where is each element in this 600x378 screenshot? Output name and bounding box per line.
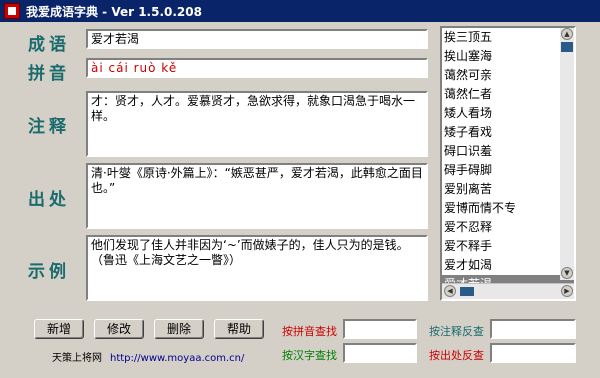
char-search-input[interactable] <box>343 343 417 363</box>
vertical-scroll-thumb[interactable] <box>561 42 573 52</box>
list-horizontal-scrollbar[interactable] <box>442 283 574 299</box>
list-item[interactable]: 挨山塞海 <box>442 47 574 66</box>
explanation-search-input[interactable] <box>490 319 576 339</box>
idiom-label: 成语 <box>28 35 70 55</box>
list-item[interactable]: 蔼然仁者 <box>442 85 574 104</box>
list-item[interactable]: 爱别离苦 <box>442 180 574 199</box>
source-search-input[interactable] <box>490 343 576 363</box>
list-item[interactable]: 爱不释手 <box>442 237 574 256</box>
edit-button[interactable]: 修改 <box>94 319 144 339</box>
delete-button[interactable]: 删除 <box>154 319 204 339</box>
scroll-right-icon[interactable]: ▶ <box>561 285 573 297</box>
list-item[interactable]: 挨三顶五 <box>442 28 574 47</box>
list-item[interactable]: 碍口识羞 <box>442 142 574 161</box>
explanation-field[interactable]: 才：贤才，人才。爱慕贤才，急欲求得，就象口渴急于喝水一样。 <box>86 91 428 157</box>
pinyin-search-input[interactable] <box>343 319 417 339</box>
explanation-search-label: 按注释反查 <box>429 325 484 338</box>
help-button[interactable]: 帮助 <box>214 319 264 339</box>
char-search-label: 按汉字查找 <box>282 349 337 362</box>
list-item[interactable]: 爱不忍释 <box>442 218 574 237</box>
idiom-field[interactable]: 爱才若渴 <box>86 29 428 49</box>
scroll-down-icon[interactable]: ▼ <box>561 267 573 279</box>
app-icon <box>4 3 20 19</box>
list-item[interactable]: 爱才如渴 <box>442 256 574 275</box>
footer: 天策上将网 http://www.moyaa.com.cn/ <box>52 349 244 364</box>
pinyin-label: 拼音 <box>28 64 70 84</box>
idiom-list[interactable]: 挨三顶五 挨山塞海 蔼然可亲 蔼然仁者 矮人看场 矮子看戏 碍口识羞 碍手碍脚 … <box>440 26 576 301</box>
list-item[interactable]: 爱博而情不专 <box>442 199 574 218</box>
add-button[interactable]: 新增 <box>34 319 84 339</box>
site-name: 天策上将网 <box>52 353 102 364</box>
source-field[interactable]: 清·叶燮《原诗·外篇上》：“嫉恶甚严，爱才若渴，此韩愈之面目也。” <box>86 163 428 229</box>
list-item[interactable]: 蔼然可亲 <box>442 66 574 85</box>
list-vertical-scrollbar[interactable] <box>560 28 574 280</box>
scroll-up-icon[interactable]: ▲ <box>561 28 573 40</box>
scroll-left-icon[interactable]: ◀ <box>444 285 456 297</box>
example-label: 示例 <box>28 262 70 282</box>
list-item[interactable]: 碍手碍脚 <box>442 161 574 180</box>
horizontal-scroll-thumb[interactable] <box>460 287 474 296</box>
explanation-label: 注释 <box>28 117 70 137</box>
title-bar: 我爱成语字典 - Ver 1.5.0.208 <box>0 0 600 22</box>
pinyin-field[interactable]: ài cái ruò kě <box>86 58 428 78</box>
list-item[interactable]: 矮人看场 <box>442 104 574 123</box>
example-field[interactable]: 他们发现了佳人并非因为‘~’而做婊子的，佳人只为的是钱。（鲁迅《上海文艺之一瞥》… <box>86 235 428 301</box>
list-item[interactable]: 矮子看戏 <box>442 123 574 142</box>
site-url-link[interactable]: http://www.moyaa.com.cn/ <box>110 353 244 364</box>
pinyin-search-label: 按拼音查找 <box>282 325 337 338</box>
source-search-label: 按出处反查 <box>429 349 484 362</box>
source-label: 出处 <box>28 190 70 210</box>
window-title: 我爱成语字典 - Ver 1.5.0.208 <box>26 5 202 19</box>
